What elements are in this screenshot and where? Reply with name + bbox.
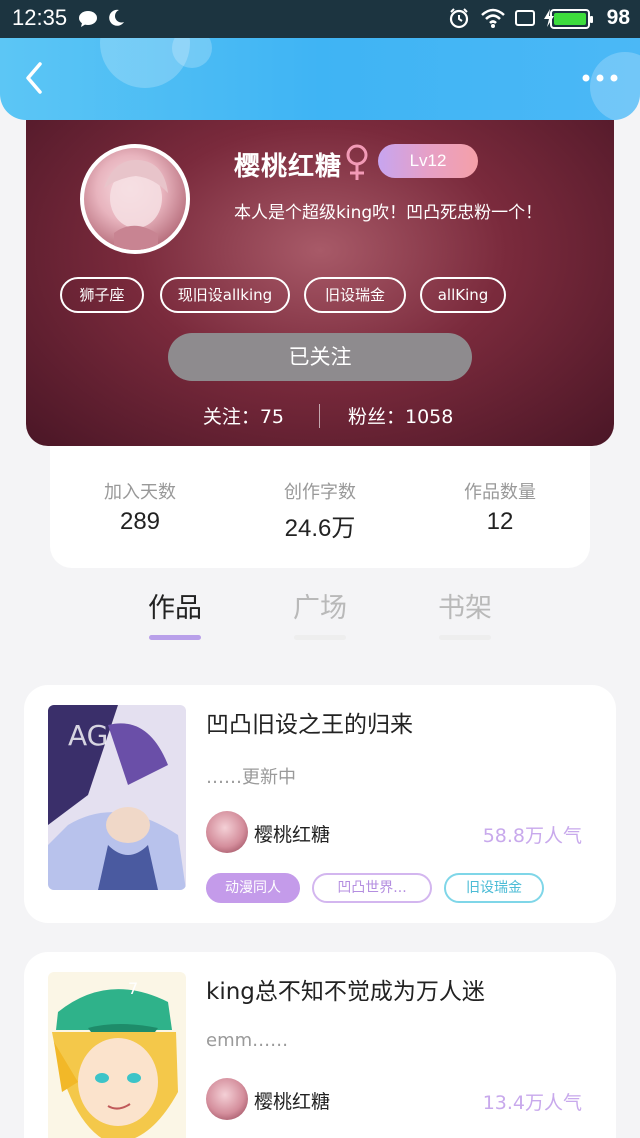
work-cover-image[interactable]: AG bbox=[48, 705, 186, 890]
profile-tag[interactable]: 狮子座 bbox=[60, 277, 144, 313]
tab-label: 书架 bbox=[438, 593, 492, 624]
svg-text:7: 7 bbox=[128, 979, 138, 998]
stats-card: 加入天数 289 创作字数 24.6万 作品数量 12 bbox=[50, 446, 590, 568]
tab-underline bbox=[294, 635, 346, 640]
user-bio: 本人是个超级king吹！凹凸死忠粉一个！ bbox=[234, 203, 543, 223]
profile-header: 樱桃红糖 Lv12 本人是个超级king吹！凹凸死忠粉一个！ 狮子座 现旧设al… bbox=[26, 120, 614, 446]
work-title[interactable]: 凹凸旧设之王的归来 bbox=[206, 705, 413, 739]
user-avatar[interactable] bbox=[80, 144, 190, 254]
svg-text:AG: AG bbox=[68, 719, 108, 752]
wifi-icon bbox=[481, 8, 505, 28]
back-arrow-icon[interactable] bbox=[16, 58, 56, 98]
stats-divider bbox=[319, 404, 320, 428]
tab-underline bbox=[149, 635, 201, 640]
work-card[interactable]: AG 凹凸旧设之王的归来 ……更新中 樱桃红糖 58.8万人气 动漫同人 凹凸世… bbox=[24, 685, 616, 923]
status-bar: 12:35 98 bbox=[0, 0, 640, 38]
more-options-icon[interactable] bbox=[580, 68, 620, 88]
profile-tag[interactable]: allKing bbox=[420, 277, 506, 313]
stat-word-count: 创作字数 24.6万 bbox=[230, 478, 410, 543]
battery-level: 98 bbox=[606, 6, 630, 29]
work-card[interactable]: 7 king总不知不觉成为万人迷 emm…… 樱桃红糖 13.4万人气 bbox=[24, 952, 616, 1138]
top-nav-bar bbox=[0, 38, 640, 120]
stat-value: 289 bbox=[119, 508, 161, 535]
profile-tag[interactable]: 现旧设allking bbox=[160, 277, 290, 313]
work-popularity: 13.4万人气 bbox=[482, 1092, 582, 1114]
author-name[interactable]: 樱桃红糖 bbox=[254, 1087, 330, 1114]
work-description: ……更新中 bbox=[206, 767, 296, 788]
tab-underline bbox=[439, 635, 491, 640]
alarm-icon bbox=[449, 8, 469, 29]
fans-count[interactable]: 粉丝：1058 bbox=[348, 402, 453, 429]
status-time: 12:35 bbox=[12, 5, 68, 30]
tab-square[interactable]: 广场 bbox=[270, 586, 370, 640]
moon-icon bbox=[109, 9, 124, 26]
author-avatar[interactable] bbox=[206, 811, 248, 853]
female-gender-icon bbox=[346, 144, 368, 180]
chat-bubble-icon bbox=[79, 11, 97, 27]
follow-stats: 关注：75 粉丝：1058 bbox=[26, 400, 614, 432]
battery-icon bbox=[550, 9, 593, 29]
work-description: emm…… bbox=[206, 1030, 289, 1051]
stat-label: 加入天数 bbox=[104, 482, 176, 503]
work-tag[interactable]: 动漫同人 bbox=[206, 873, 300, 903]
work-tag[interactable]: 旧设瑞金 bbox=[444, 873, 544, 903]
level-badge: Lv12 bbox=[378, 144, 478, 178]
tab-bookshelf[interactable]: 书架 bbox=[415, 586, 515, 640]
user-nickname: 樱桃红糖 bbox=[234, 152, 343, 182]
following-count[interactable]: 关注：75 bbox=[203, 402, 284, 429]
stat-value: 12 bbox=[486, 508, 514, 535]
stat-label: 作品数量 bbox=[464, 482, 536, 503]
work-cover-image[interactable]: 7 bbox=[48, 972, 186, 1138]
work-popularity: 58.8万人气 bbox=[482, 825, 582, 847]
screen-icon bbox=[515, 10, 535, 26]
tab-works[interactable]: 作品 bbox=[125, 586, 225, 640]
work-title[interactable]: king总不知不觉成为万人迷 bbox=[206, 972, 485, 1006]
content-tabs: 作品 广场 书架 bbox=[0, 568, 640, 654]
author-avatar[interactable] bbox=[206, 1078, 248, 1120]
work-tag[interactable]: 凹凸世界... bbox=[312, 873, 432, 903]
tab-label: 作品 bbox=[148, 593, 202, 624]
follow-button[interactable]: 已关注 bbox=[168, 333, 472, 381]
profile-tag[interactable]: 旧设瑞金 bbox=[304, 277, 406, 313]
stat-join-days: 加入天数 289 bbox=[50, 478, 230, 536]
stat-label: 创作字数 bbox=[284, 482, 356, 503]
stat-value: 24.6万 bbox=[284, 515, 356, 542]
tab-label: 广场 bbox=[293, 593, 347, 624]
stat-work-count: 作品数量 12 bbox=[410, 478, 590, 536]
author-name[interactable]: 樱桃红糖 bbox=[254, 820, 330, 847]
